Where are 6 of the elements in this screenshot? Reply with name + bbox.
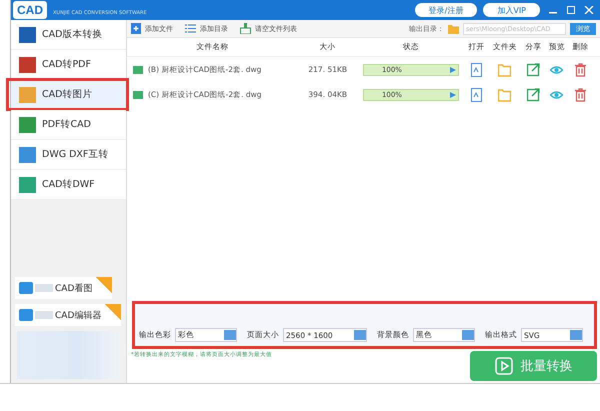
promo-card[interactable]: CAD看图 — [15, 277, 112, 299]
vip-button[interactable]: 加入VIP — [483, 3, 540, 17]
sidebar-item[interactable]: PDF转CAD — [11, 110, 126, 140]
login-button[interactable]: 登录/注册 — [414, 3, 478, 17]
logo: CAD — [13, 1, 47, 19]
promo-card[interactable]: CAD编辑器 — [15, 304, 122, 326]
